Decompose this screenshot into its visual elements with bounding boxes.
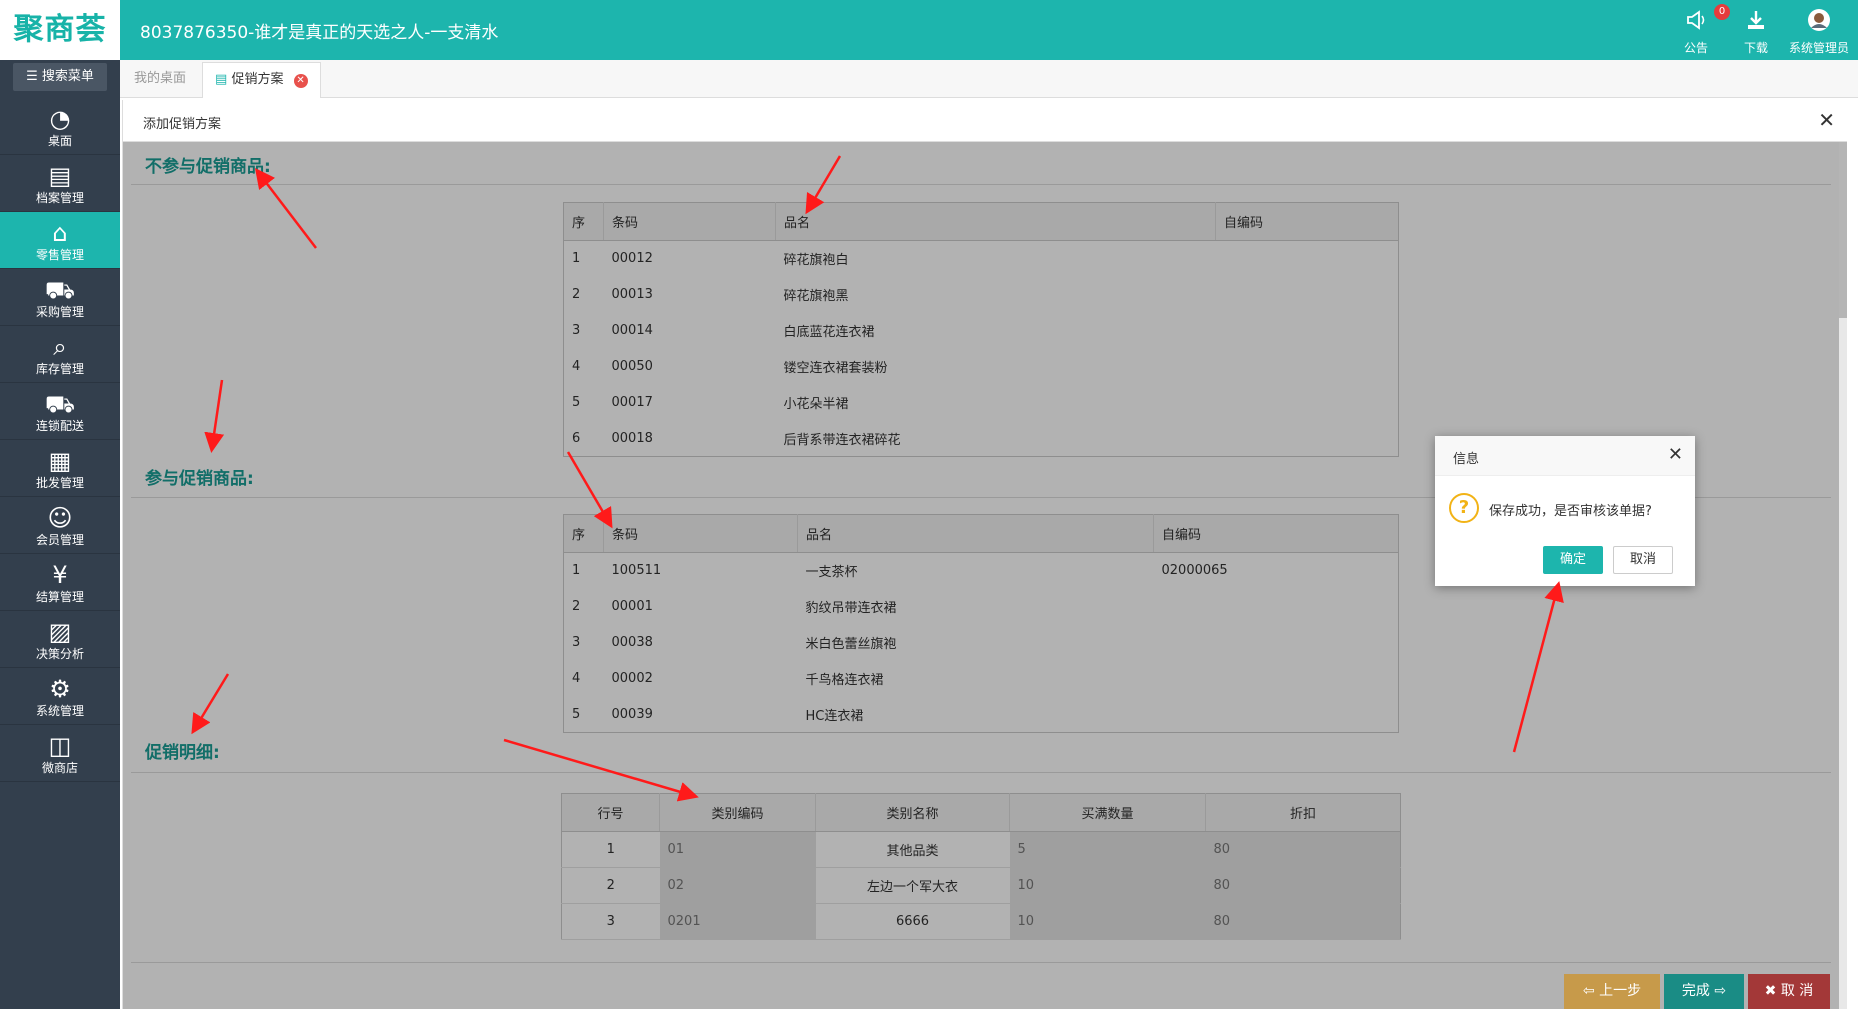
app-logo: 聚商荟: [0, 0, 120, 60]
dialog-message: 保存成功，是否审核该单据?: [1489, 504, 1652, 519]
close-icon[interactable]: ✕: [1818, 108, 1835, 132]
dialog-cancel-button[interactable]: 取消: [1613, 546, 1673, 574]
tab-promotion[interactable]: ▤ 促销方案 ✕: [202, 62, 321, 98]
member-icon: ☺: [47, 504, 73, 532]
sidebar-item-4[interactable]: ⌕ 库存管理: [0, 326, 120, 383]
inventory-search-icon: ⌕: [53, 333, 67, 361]
tab-label: 促销方案: [231, 72, 284, 87]
sidebar-item-label: 桌面: [47, 134, 72, 148]
sidebar-item-label: 决策分析: [35, 647, 84, 661]
search-menu-label: 搜索菜单: [41, 69, 94, 84]
menu-search-icon: ☰: [26, 69, 38, 84]
sidebar-item-label: 会员管理: [35, 533, 84, 547]
download-button[interactable]: 下载: [1732, 8, 1780, 56]
window-title: 添加促销方案: [143, 117, 222, 132]
x-icon: ✖: [1764, 983, 1777, 999]
sidebar-item-label: 微商店: [41, 761, 78, 775]
sidebar-item-3[interactable]: ⛟ 采购管理: [0, 269, 120, 326]
tab-bar: 我的桌面 ▤ 促销方案 ✕: [120, 60, 1858, 98]
shop-bag-icon: ◫: [48, 732, 72, 760]
cancel-label: 取 消: [1780, 983, 1814, 999]
confirm-dialog: 信息 ✕ ? 保存成功，是否审核该单据? 确定 取消: [1435, 436, 1695, 586]
settlement-icon: ¥: [52, 561, 68, 589]
finish-button[interactable]: 完成 ⇨: [1664, 974, 1744, 1009]
sidebar-item-label: 批发管理: [35, 476, 84, 490]
search-menu-button[interactable]: ☰ 搜索菜单: [13, 63, 107, 91]
arrow-left-icon: ⇦: [1582, 983, 1595, 999]
finish-label: 完成: [1681, 983, 1710, 999]
dialog-title: 信息: [1453, 452, 1480, 467]
scroll-thumb[interactable]: [1839, 142, 1847, 318]
sidebar-item-1[interactable]: ▤ 档案管理: [0, 155, 120, 212]
avatar: [1786, 8, 1852, 39]
store-icon: ⌂: [52, 219, 68, 247]
tab-close-icon[interactable]: ✕: [293, 74, 308, 88]
dashboard-icon: ◔: [49, 105, 71, 133]
arrow-right-icon: ⇨: [1714, 983, 1727, 999]
user-label: 系统管理员: [1788, 41, 1849, 55]
sidebar-item-label: 零售管理: [35, 248, 84, 262]
truck-icon: ⛟: [44, 390, 76, 418]
archive-icon: ▤: [48, 162, 72, 190]
user-menu[interactable]: 系统管理员: [1786, 8, 1852, 56]
scrollbar[interactable]: [1839, 142, 1847, 1009]
megaphone-icon: 0: [1672, 4, 1730, 39]
app-title: 8037876350-谁才是真正的天选之人-一支清水: [140, 23, 499, 43]
gear-icon: ⚙: [49, 675, 71, 703]
sidebar-item-8[interactable]: ¥ 结算管理: [0, 554, 120, 611]
dialog-header: 信息 ✕: [1435, 436, 1695, 476]
sidebar-item-label: 系统管理: [35, 704, 84, 718]
sidebar-item-10[interactable]: ⚙ 系统管理: [0, 668, 120, 725]
download-icon: [1732, 8, 1780, 39]
window-header: 添加促销方案 ✕: [123, 100, 1847, 142]
tab-desktop[interactable]: 我的桌面: [122, 62, 198, 98]
sidebar-item-label: 结算管理: [35, 590, 84, 604]
sidebar-item-11[interactable]: ◫ 微商店: [0, 725, 120, 782]
notice-label: 公告: [1683, 41, 1708, 55]
sidebar-item-9[interactable]: ▨ 决策分析: [0, 611, 120, 668]
wholesale-icon: ▦: [48, 447, 72, 475]
sidebar-item-6[interactable]: ▦ 批发管理: [0, 440, 120, 497]
prev-step-button[interactable]: ⇦ 上一步: [1564, 974, 1660, 1009]
notice-count-badge: 0: [1714, 4, 1730, 20]
tab-label: 我的桌面: [134, 71, 187, 86]
notice-button[interactable]: 0 公告: [1672, 4, 1730, 56]
cart-icon: ⛟: [44, 276, 76, 304]
chart-icon: ▨: [48, 618, 72, 646]
download-label: 下载: [1743, 41, 1768, 55]
top-bar: 聚商荟 8037876350-谁才是真正的天选之人-一支清水 0 公告 下载 系…: [0, 0, 1858, 60]
dialog-close-icon[interactable]: ✕: [1668, 444, 1683, 465]
sidebar-item-7[interactable]: ☺ 会员管理: [0, 497, 120, 554]
sidebar-item-0[interactable]: ◔ 桌面: [0, 98, 120, 155]
sidebar-item-label: 连锁配送: [35, 419, 84, 433]
dialog-ok-button[interactable]: 确定: [1543, 546, 1603, 574]
question-icon: ?: [1449, 493, 1479, 523]
sidebar-item-label: 档案管理: [35, 191, 84, 205]
sidebar-item-label: 库存管理: [35, 362, 84, 376]
sidebar-item-2[interactable]: ⌂ 零售管理: [0, 212, 120, 269]
document-icon: ▤: [215, 72, 228, 87]
cancel-button[interactable]: ✖ 取 消: [1748, 974, 1830, 1009]
sidebar-item-label: 采购管理: [35, 305, 84, 319]
sidebar-item-5[interactable]: ⛟ 连锁配送: [0, 383, 120, 440]
prev-step-label: 上一步: [1599, 983, 1642, 999]
